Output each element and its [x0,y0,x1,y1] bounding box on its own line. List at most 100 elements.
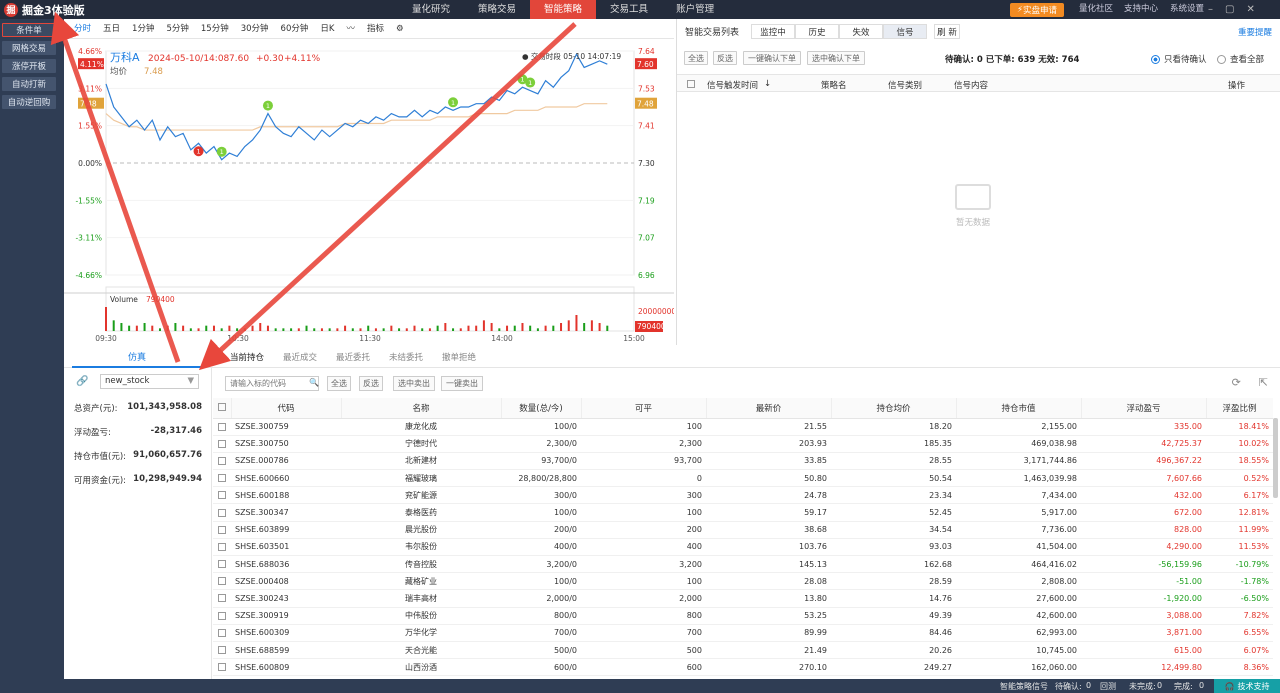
status-backtest[interactable]: 回测 [1100,681,1116,692]
tab-5min[interactable]: 5分钟 [160,19,194,39]
tab-daily-k[interactable]: 日K [314,19,340,39]
tab-60min[interactable]: 60分钟 [275,19,315,39]
confirm-selected-button[interactable]: 选中确认下单 [807,51,865,65]
sell-all-button[interactable]: 一键卖出 [441,376,483,391]
col-signal-type[interactable]: 信号类别 [888,79,922,91]
col-closable[interactable]: 可平 [581,398,707,419]
tab-cancel-rejected[interactable]: 撤单拒绝 [442,348,476,368]
col-float-pnl[interactable]: 浮动盈亏 [1081,398,1207,419]
col-trigger-time[interactable]: 信号触发时间 [707,79,758,91]
tab-1min[interactable]: 1分钟 [126,19,160,39]
row-checkbox[interactable] [213,469,231,488]
col-signal-content[interactable]: 信号内容 [954,79,988,91]
tab-15min[interactable]: 15分钟 [195,19,235,39]
table-row[interactable]: SZSE.300347 泰格医药 100/0 100 59.17 52.45 5,917.0… [213,503,1273,522]
col-float-pnl-ratio[interactable]: 浮盈比例 [1206,398,1273,419]
select-all-button[interactable]: 全选 [684,51,708,65]
row-checkbox[interactable] [213,503,231,522]
community-link[interactable]: 量化社区 [1079,0,1113,19]
tab-monitoring[interactable]: 监控中 [751,24,795,39]
row-checkbox[interactable] [213,658,231,677]
invert-positions-button[interactable]: 反选 [359,376,383,391]
line-style-icon[interactable]: 〰 [340,19,361,39]
sidebar-item-reverse-repo[interactable]: 自动逆回购 [2,95,56,109]
row-checkbox[interactable] [213,641,231,660]
tab-30min[interactable]: 30分钟 [235,19,275,39]
header-select-checkbox[interactable] [213,398,232,419]
tech-support-button[interactable]: 🎧 技术支持 [1214,679,1280,693]
minimize-icon[interactable]: – [1208,4,1213,15]
refresh-button[interactable]: 刷 新 [934,24,960,39]
nav-strategy-trade[interactable]: 策略交易 [464,0,530,19]
col-code[interactable]: 代码 [231,398,342,419]
tab-intraday[interactable]: 分时 [68,19,97,39]
header-checkbox[interactable] [687,79,695,89]
table-row[interactable]: SZSE.000408 藏格矿业 100/0 100 28.08 28.59 2,808.0… [213,572,1273,591]
table-row[interactable]: SHSE.688036 传音控股 3,200/0 3,200 145.13 162.68 4… [213,555,1273,574]
important-notice-link[interactable]: 重要提醒 [1238,26,1272,38]
confirm-all-button[interactable]: 一键确认下单 [743,51,801,65]
intraday-chart[interactable]: 4.66% 7.64 3.11% 7.53 1.55% 7.41 0.00% 7.30 -1.5… [64,39,674,345]
symbol-search-input[interactable] [225,376,319,391]
row-checkbox[interactable] [213,435,231,453]
row-checkbox[interactable] [213,521,231,539]
row-checkbox[interactable] [213,418,231,436]
tab-open-orders[interactable]: 未结委托 [389,348,423,368]
maximize-icon[interactable]: ▢ [1225,4,1234,15]
tab-recent-trades[interactable]: 最近成交 [283,348,317,368]
search-icon[interactable]: 🔍 [309,378,319,387]
radio-pending-only[interactable]: 只看待确认 [1151,53,1207,65]
tab-recent-orders[interactable]: 最近委托 [336,348,370,368]
row-checkbox[interactable] [213,452,231,471]
settings-link[interactable]: 系统设置 [1170,0,1204,19]
tab-five-day[interactable]: 五日 [97,19,126,39]
account-select[interactable]: new_stock ▼ [100,374,199,389]
table-row[interactable]: SZSE.300750 宁德时代 2,300/0 2,300 203.93 185.35 4… [213,435,1273,453]
tab-indicator[interactable]: 指标 [361,19,390,39]
tab-invalid[interactable]: 失效 [839,24,883,39]
col-avg-cost[interactable]: 持仓均价 [831,398,957,419]
invert-select-button[interactable]: 反选 [713,51,737,65]
external-open-icon[interactable]: ⇱ [1259,376,1268,389]
col-last-price[interactable]: 最新价 [706,398,832,419]
row-checkbox[interactable] [213,624,231,642]
select-all-positions-button[interactable]: 全选 [327,376,351,391]
sidebar-item-conditional-order[interactable]: 条件单 [2,23,56,37]
col-strategy-name[interactable]: 策略名 [821,79,847,91]
table-row[interactable]: SHSE.603501 韦尔股份 400/0 400 103.76 93.03 41,504… [213,538,1273,557]
row-checkbox[interactable] [213,607,231,625]
col-market-value[interactable]: 持仓市值 [956,398,1082,419]
table-row[interactable]: SHSE.600188 兖矿能源 300/0 300 24.78 23.34 7,434.0… [213,486,1273,505]
sell-selected-button[interactable]: 选中卖出 [393,376,435,391]
close-icon[interactable]: ✕ [1246,4,1254,15]
table-row[interactable]: SZSE.300759 康龙化成 100/0 100 21.55 18.20 2,155.0… [213,418,1273,436]
table-row[interactable]: SZSE.300243 瑞丰高材 2,000/0 2,000 13.80 14.76 27,… [213,589,1273,608]
support-link[interactable]: 支持中心 [1124,0,1158,19]
row-checkbox[interactable] [213,572,231,591]
live-apply-button[interactable]: ⚡ 实盘申请 [1010,3,1064,17]
sidebar-item-ipo[interactable]: 自动打新 [2,77,56,91]
table-row[interactable]: SHSE.688599 天合光能 500/0 500 21.49 20.26 10,745.… [213,641,1273,660]
table-row[interactable]: SHSE.600809 山西汾酒 600/0 600 270.10 249.27 162,0… [213,658,1273,677]
sort-down-icon[interactable]: ↓ [764,79,771,89]
tab-history[interactable]: 历史 [795,24,839,39]
row-checkbox[interactable] [213,486,231,505]
tab-signal[interactable]: 信号 [883,24,927,39]
table-row[interactable]: SZSE.000786 北新建材 93,700/0 93,700 33.85 28.55 3… [213,452,1273,471]
row-checkbox[interactable] [213,555,231,574]
refresh-icon[interactable]: ⟳ [1232,376,1241,389]
table-scrollbar[interactable] [1273,418,1278,498]
table-row[interactable]: SHSE.603899 晨光股份 200/0 200 38.68 34.54 7,736.0… [213,521,1273,539]
gear-icon[interactable]: ⚙ [390,19,410,39]
link-icon[interactable]: 🔗 [76,376,88,387]
col-quantity[interactable]: 数量(总/今) [501,398,582,419]
row-checkbox[interactable] [213,538,231,557]
radio-view-all[interactable]: 查看全部 [1217,53,1264,65]
tab-simulation[interactable]: 仿真 [72,348,202,368]
table-row[interactable]: SHSE.600309 万华化学 700/0 700 89.99 84.46 62,993.… [213,624,1273,642]
table-row[interactable]: SHSE.600660 福耀玻璃 28,800/28,800 0 50.80 50.54 1… [213,469,1273,488]
table-row[interactable]: SZSE.300919 中伟股份 800/0 800 53.25 49.39 42,600.… [213,607,1273,625]
tab-current-positions[interactable]: 当前持仓 [230,348,264,368]
nav-smart-strategy[interactable]: 智能策略 [530,0,597,19]
nav-account[interactable]: 账户管理 [662,0,728,19]
